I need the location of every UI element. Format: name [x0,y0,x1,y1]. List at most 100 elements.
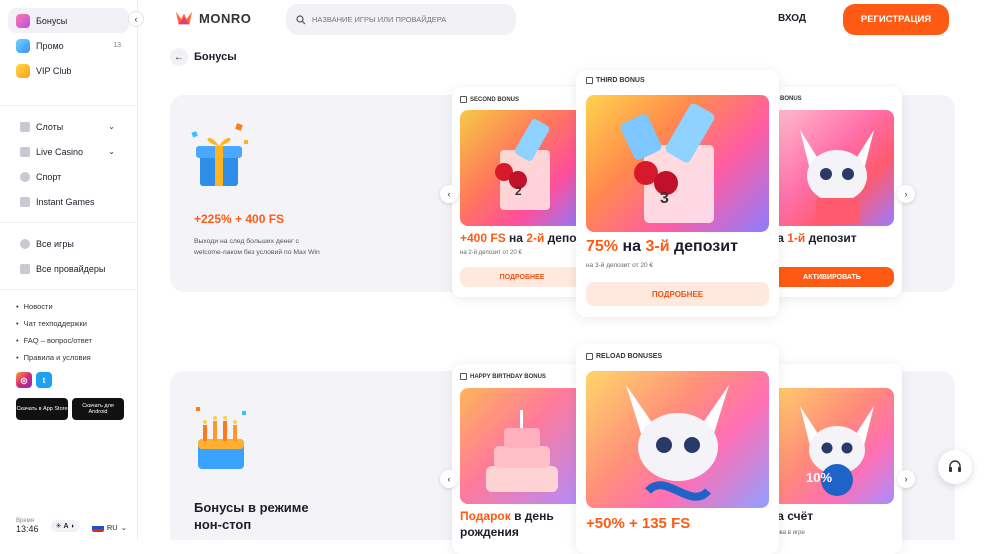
theme-toggle[interactable]: ✳ A ◗ [50,520,80,532]
card-title-accent: +400 FS [460,231,506,245]
welcome-pack-description: Выходи на след больших денег с welcome-п… [194,238,320,256]
logo[interactable]: MONRO [175,9,251,27]
collapse-sidebar-button[interactable]: ‹ [128,11,144,27]
gift-box-illustration [191,123,248,186]
app-store-button[interactable]: Скачать в App Store [16,398,68,420]
sidebar-item-label: Спорт [36,171,62,182]
card-artwork [460,388,584,504]
sidebar-item-slots[interactable]: Слоты ⌄ [8,114,129,139]
card-title: на 1-й депозит [770,231,857,245]
bonus-card-third[interactable]: THIRD BONUS 3 75% на 3-й депозит на 3-й … [576,70,779,317]
search-bar[interactable] [286,4,516,35]
bonus-card-cashback[interactable]: 10% на счёт снова в игре [762,364,902,554]
chevron-down-icon: ⌄ [108,147,115,156]
sidebar-item-instant-games[interactable]: Instant Games [8,189,129,214]
card-label: HAPPY BIRTHDAY BONUS [460,373,546,380]
card-title-mid: на [618,238,646,255]
bonus-card-birthday[interactable]: HAPPY BIRTHDAY BONUS Подарок в день рожд… [452,364,592,554]
cashback-badge: 10% [806,470,833,485]
back-button[interactable]: ← [170,48,188,66]
sidebar-item-label: Instant Games [36,196,95,207]
android-button[interactable]: Скачать для Android [72,398,124,420]
sidebar-item-label: VIP Club [36,65,72,76]
card-title: Подарок в день рождения [460,509,586,540]
birthday-cake-illustration [196,407,246,469]
gift-icon [16,13,30,28]
sidebar-item-vip[interactable]: VIP Club [8,58,129,83]
support-chat-button[interactable] [938,450,972,484]
svg-text:3: 3 [660,190,669,207]
carousel-next-button[interactable]: › [897,470,915,488]
cake-illustration [486,410,558,492]
carousel-next-button[interactable]: › [897,185,915,203]
carousel-prev-button[interactable]: ‹ [440,185,458,203]
chevron-left-icon: ‹ [447,474,451,484]
sidebar-item-label: Все игры [36,238,74,249]
live-icon [20,146,30,157]
link-rules[interactable]: Правила и условия [16,349,137,366]
fox-mascot-illustration [800,130,874,224]
welcome-pack-title: +225% + 400 FS [194,212,285,226]
sidebar: Бонусы Промо 13 VIP Club ‹ Слоты ⌄ Live … [0,0,144,540]
search-icon [296,14,306,24]
card-subtitle: на 3-й депозит от 20 € [586,262,653,269]
carousel-prev-button[interactable]: ‹ [440,470,458,488]
link-news[interactable]: Новости [16,298,137,315]
promo-icon [16,38,30,53]
card-artwork [770,110,894,226]
activate-button[interactable]: АКТИВИРОВАТЬ [770,267,894,287]
chevron-left-icon: ‹ [447,189,451,199]
sidebar-item-sport[interactable]: Спорт [8,164,129,189]
sport-icon [20,171,30,182]
moon-icon: ◗ [70,522,75,530]
details-button[interactable]: ПОДРОБНЕЕ [586,282,769,306]
gift-icon [460,96,467,103]
arrow-left-icon: ← [174,51,184,63]
login-button[interactable]: ВХОД [778,13,806,24]
register-button[interactable]: РЕГИСТРАЦИЯ [843,4,949,35]
card-label-text: BONUS [780,96,802,102]
sidebar-item-promo[interactable]: Промо 13 [8,33,129,58]
sidebar-item-bonuses[interactable]: Бонусы [8,8,129,33]
card-label-text: THIRD BONUS [596,77,645,84]
gift-icon [586,77,593,84]
language-label: RU [106,523,118,532]
card-label: SECOND BONUS [460,96,519,103]
bonus-card-first[interactable]: BONUS на 1-й депозит АКТИВИРОВАТЬ [762,87,902,297]
card-label-text: HAPPY BIRTHDAY BONUS [470,373,546,380]
sidebar-item-all-providers[interactable]: Все провайдеры [8,256,129,281]
details-button[interactable]: ПОДРОБНЕЕ [460,267,584,287]
providers-icon [20,263,30,274]
link-support-chat[interactable]: Чат техподдержки [16,315,137,332]
cherry-gift-illustration: 2 [495,119,550,210]
sidebar-item-all-games[interactable]: Все игры [8,231,129,256]
sidebar-item-label: Все провайдеры [36,263,106,274]
gift-icon [586,353,593,360]
card-title-accent: 3-й [645,238,670,255]
chevron-right-icon: › [904,189,908,199]
card-title-rest: депозит [669,238,738,255]
chart-icon [20,196,30,207]
card-artwork [770,388,894,504]
bonus-card-second[interactable]: SECOND BONUS 2 +400 FS на 2-й депозит на… [452,87,592,297]
language-select[interactable]: RU ⌄ [91,523,127,532]
search-input[interactable] [312,15,502,24]
sidebar-item-label: Слоты [36,121,64,132]
sidebar-item-live-casino[interactable]: Live Casino ⌄ [8,139,129,164]
twitter-icon[interactable]: t [36,372,52,388]
card-title-accent: Подарок [460,509,511,523]
nonstop-title: Бонусы в режиме нон-стоп [194,500,309,532]
sun-icon: ✳ [55,523,62,530]
bonus-card-reload[interactable]: RELOAD BONUSES +50% + 135 FS [576,344,779,554]
card-artwork: 2 [460,110,584,226]
time-value: 13:46 [16,524,39,534]
promo-count-badge: 13 [113,42,121,49]
instagram-icon[interactable]: ◎ [16,372,32,388]
link-faq[interactable]: FAQ – вопрос/ответ [16,332,137,349]
crown-icon [16,63,30,78]
card-title: +400 FS на 2-й депозит [460,231,592,245]
card-label-text: RELOAD BONUSES [596,353,663,360]
sidebar-item-label: Live Casino [36,146,84,157]
card-title: 75% на 3-й депозит [586,238,738,256]
russia-flag-icon [91,523,104,532]
